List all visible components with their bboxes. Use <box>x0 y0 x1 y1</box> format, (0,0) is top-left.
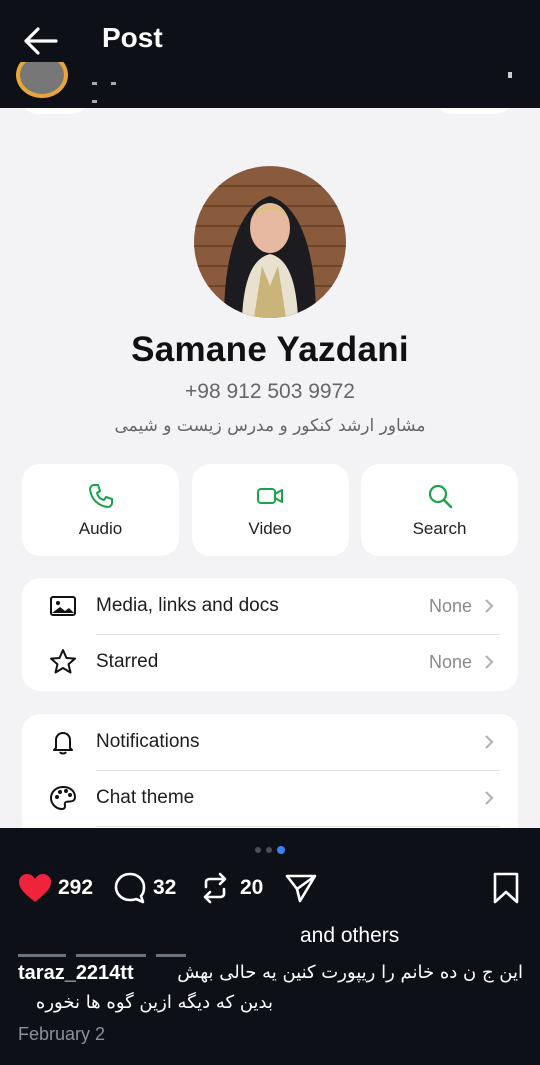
bell-icon <box>53 732 73 755</box>
notifications-row[interactable]: Notifications <box>22 714 518 770</box>
comment-count: 32 <box>153 876 177 899</box>
author-avatar[interactable] <box>16 62 68 98</box>
post-date: February 2 <box>18 1024 106 1044</box>
carousel-pager <box>0 845 540 855</box>
like-button[interactable]: 292 <box>18 870 93 906</box>
caption-line-1: این ج ن ده خانم را ریپورت کنین یه حالی ب… <box>177 962 523 983</box>
notifications-label: Notifications <box>96 731 200 752</box>
contact-avatar <box>194 166 346 318</box>
chevron-right-icon <box>485 791 494 805</box>
video-icon <box>257 488 283 504</box>
repost-count: 20 <box>240 876 264 899</box>
post-image[interactable]: Samane Yazdani +98 912 503 9972 مشاور ار… <box>0 108 540 828</box>
search-button[interactable]: Search <box>361 464 518 556</box>
interaction-bar: 292 32 20 <box>0 866 540 912</box>
back-arrow-icon[interactable] <box>22 26 58 56</box>
share-button[interactable] <box>284 870 318 906</box>
repost-button[interactable]: 20 <box>200 870 263 906</box>
pager-dot-active[interactable] <box>277 846 285 854</box>
star-icon <box>50 649 76 674</box>
page-title: Post <box>102 22 163 53</box>
contact-name: Samane Yazdani <box>131 330 409 369</box>
chat-theme-label: Chat theme <box>96 787 195 808</box>
bookmark-icon <box>493 872 519 904</box>
send-icon <box>285 874 317 903</box>
palette-icon <box>49 785 77 811</box>
media-card: Media, links and docs None Starred None <box>22 578 518 691</box>
comment-button[interactable]: 32 <box>113 870 176 906</box>
and-others-text: and others <box>300 924 400 947</box>
caption-username[interactable]: taraz_2214tt <box>18 958 134 988</box>
contact-phone: +98 912 503 9972 <box>185 380 355 403</box>
save-button[interactable] <box>492 870 520 906</box>
media-count-value: None <box>428 595 472 616</box>
settings-card: Notifications Chat theme <box>22 714 518 828</box>
starred-row[interactable]: Starred None <box>22 634 518 690</box>
image-icon <box>50 596 76 616</box>
previous-post-remnant <box>0 62 540 108</box>
caption-line-2: بدین که دیگه ازین گوه ها نخوره <box>35 992 273 1013</box>
repost-icon <box>203 872 227 904</box>
search-label: Search <box>412 519 467 538</box>
video-label: Video <box>248 519 292 538</box>
chat-theme-row[interactable]: Chat theme <box>22 770 518 826</box>
app-root: Post Samane Yazdani +98 912 503 9972 مشا… <box>0 0 540 1065</box>
video-button[interactable]: Video <box>191 464 349 556</box>
audio-label: Audio <box>78 519 123 538</box>
like-count: 292 <box>58 876 94 899</box>
audio-button[interactable]: Audio <box>22 464 179 556</box>
phone-icon <box>88 484 113 508</box>
contact-bio: مشاور ارشد کنکور و مدرس زیست و شیمی <box>114 416 426 436</box>
chevron-right-icon <box>485 599 494 613</box>
chevron-right-icon <box>485 655 494 669</box>
starred-label: Starred <box>96 651 159 672</box>
pager-dot[interactable] <box>266 847 272 853</box>
pager-dot[interactable] <box>255 847 261 853</box>
starred-count-value: None <box>428 651 472 672</box>
search-icon <box>428 484 452 509</box>
action-buttons: Audio Video Search <box>22 464 518 558</box>
heart-icon <box>19 874 51 902</box>
comment-icon <box>114 872 146 904</box>
media-links-docs-row[interactable]: Media, links and docs None <box>22 578 518 634</box>
chevron-right-icon <box>485 735 494 749</box>
media-links-docs-label: Media, links and docs <box>96 595 279 616</box>
liked-by-row[interactable]: and others <box>0 924 540 957</box>
